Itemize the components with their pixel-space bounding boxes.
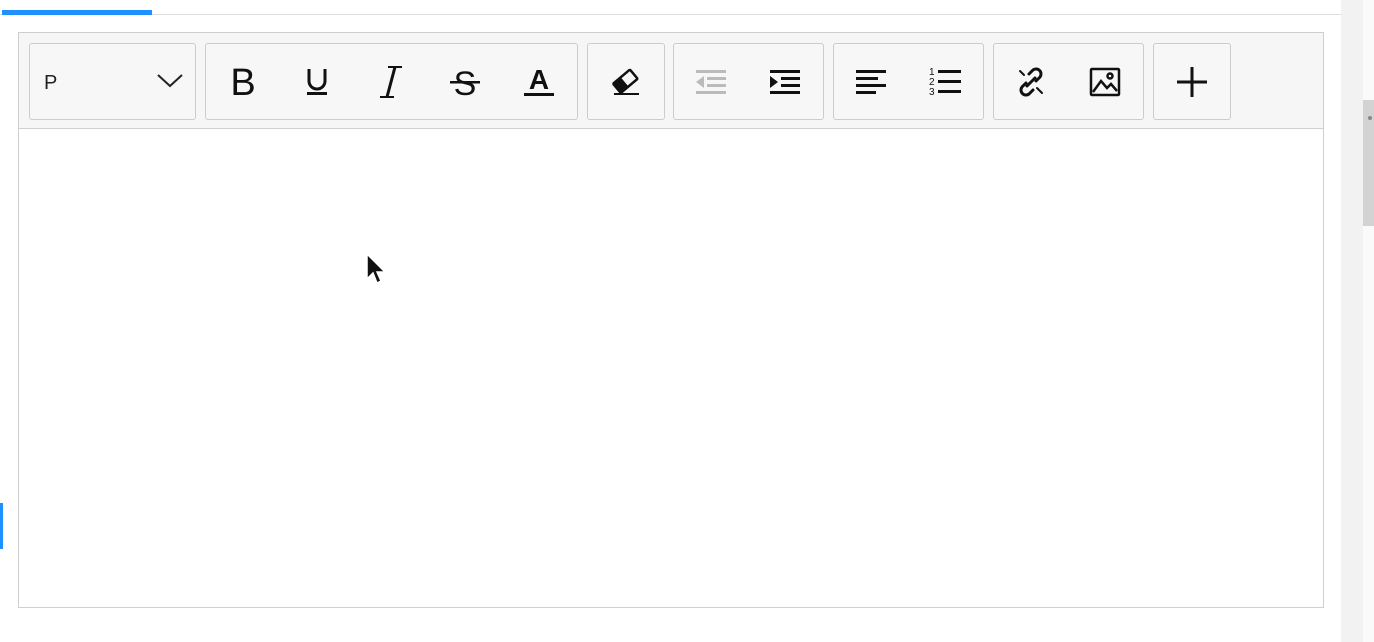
active-tab-indicator <box>2 10 152 15</box>
bold-button[interactable]: B <box>206 44 280 119</box>
plus-icon <box>1176 66 1208 98</box>
underline-button[interactable] <box>280 44 354 119</box>
scrollbar-grip-icon <box>1368 116 1372 120</box>
unlink-button[interactable] <box>994 44 1068 119</box>
text-style-group: B S A <box>205 43 578 120</box>
image-icon <box>1089 67 1121 97</box>
eraser-icon <box>610 68 642 96</box>
ordered-list-button[interactable]: 123 <box>908 44 982 119</box>
bold-icon: B <box>228 64 258 100</box>
align-left-button[interactable] <box>834 44 908 119</box>
mouse-pointer-icon <box>366 252 388 294</box>
underline-icon <box>304 66 330 98</box>
editor-toolbar: P B S A 1 2 3 <box>19 33 1323 129</box>
left-accent-marker <box>0 503 3 549</box>
add-button[interactable] <box>1155 44 1229 119</box>
chevron-down-icon <box>156 70 184 95</box>
svg-text:3: 3 <box>929 87 935 98</box>
ordered-list-icon: 123 <box>928 66 962 98</box>
font-color-icon: A <box>523 65 555 99</box>
remove-format-button[interactable] <box>589 44 663 119</box>
block-format-select[interactable]: P <box>29 43 196 120</box>
strikethrough-icon: S <box>449 65 481 99</box>
italic-button[interactable] <box>354 44 428 119</box>
rich-text-editor: P B S A 1 2 3 <box>18 32 1324 608</box>
alignment-list-group: 123 <box>833 43 984 120</box>
svg-text:A: A <box>529 65 549 95</box>
strikethrough-button[interactable]: S <box>428 44 502 119</box>
clear-format-group <box>587 43 665 120</box>
tab-bar-divider <box>0 14 1341 15</box>
outdent-button[interactable] <box>674 44 748 119</box>
outdent-icon <box>695 69 727 95</box>
align-left-icon <box>855 69 887 95</box>
italic-icon <box>378 65 404 99</box>
insert-group <box>993 43 1144 120</box>
font-color-button[interactable]: A <box>502 44 576 119</box>
unlink-icon <box>1015 66 1047 98</box>
page-scrollbar-track[interactable] <box>1341 0 1374 642</box>
image-button[interactable] <box>1068 44 1142 119</box>
svg-text:B: B <box>230 64 255 100</box>
editor-content-area[interactable] <box>19 129 1323 607</box>
more-group <box>1153 43 1231 120</box>
indent-group <box>673 43 824 120</box>
indent-button[interactable] <box>748 44 822 119</box>
block-format-value: P <box>44 72 58 94</box>
indent-icon <box>769 69 801 95</box>
